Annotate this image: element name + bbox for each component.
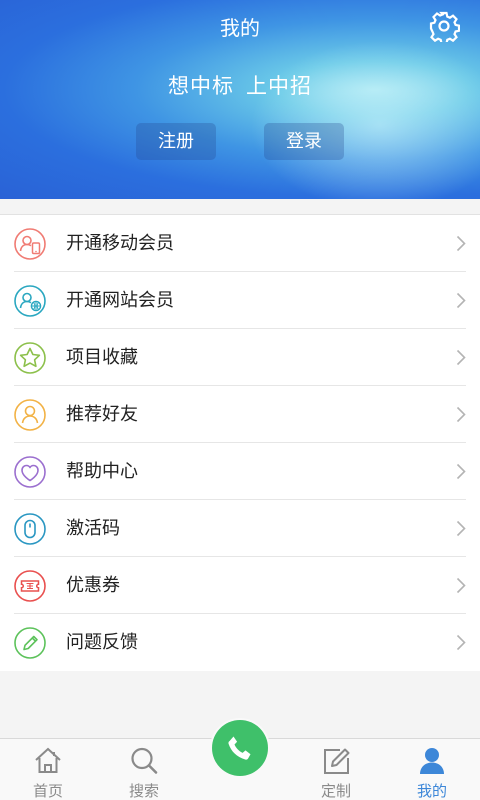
tab-mine[interactable]: 我的 [384, 739, 480, 800]
tab-home[interactable]: 首页 [0, 739, 96, 800]
chevron-right-icon [456, 235, 466, 252]
menu-item-favorites[interactable]: 项目收藏 [0, 329, 480, 386]
chevron-right-icon [456, 349, 466, 366]
menu-item-label: 优惠券 [66, 575, 120, 596]
tab-label: 定制 [320, 782, 351, 800]
menu-item-web-member[interactable]: 开通网站会员 [0, 272, 480, 329]
phone-icon [228, 736, 251, 760]
menu-item-label: 开通移动会员 [66, 233, 174, 254]
gear-icon[interactable] [428, 10, 460, 42]
menu-item-activation-code[interactable]: 激活码 [0, 500, 480, 557]
recommend-friend-icon [14, 399, 46, 431]
web-member-icon [14, 285, 46, 317]
menu-item-label: 项目收藏 [66, 347, 138, 368]
menu-item-help-center[interactable]: 帮助中心 [0, 443, 480, 500]
tab-label: 首页 [32, 782, 63, 800]
star-icon [14, 342, 46, 374]
tab-customize[interactable]: 定制 [288, 739, 384, 800]
chevron-right-icon [456, 292, 466, 309]
slogan-left: 想中标 [168, 74, 234, 98]
menu-item-label: 帮助中心 [66, 461, 138, 482]
chevron-right-icon [456, 463, 466, 480]
edit-icon [324, 748, 350, 774]
login-button[interactable]: 登录 [264, 123, 344, 160]
register-button[interactable]: 注册 [136, 123, 216, 160]
chevron-right-icon [456, 577, 466, 594]
tab-label: 我的 [416, 782, 447, 800]
page-title: 我的 [220, 16, 260, 40]
menu-item-mobile-member[interactable]: 开通移动会员 [0, 215, 480, 272]
menu-item-coupon[interactable]: 优惠券 [0, 557, 480, 614]
tab-search[interactable]: 搜索 [96, 739, 192, 800]
user-icon [420, 748, 444, 774]
menu-item-recommend-friend[interactable]: 推荐好友 [0, 386, 480, 443]
pencil-icon [14, 627, 46, 659]
chevron-right-icon [456, 406, 466, 423]
chevron-right-icon [456, 520, 466, 537]
coupon-icon [14, 570, 46, 602]
slogan: 想中标 上中招 [0, 70, 480, 100]
search-icon [131, 747, 158, 774]
home-icon [35, 747, 61, 773]
menu-list: 开通移动会员 开通网站会员 项目收藏 推荐好友 帮助中心 激活码 优惠券 问题反… [0, 214, 480, 671]
menu-item-feedback[interactable]: 问题反馈 [0, 614, 480, 671]
menu-item-label: 激活码 [66, 518, 120, 539]
tab-label: 搜索 [128, 782, 159, 800]
menu-item-label: 问题反馈 [66, 632, 138, 653]
profile-header: 我的 想中标 上中招 注册 登录 [0, 0, 480, 199]
slogan-right: 上中招 [246, 74, 312, 98]
menu-item-label: 开通网站会员 [66, 290, 174, 311]
menu-item-label: 推荐好友 [66, 404, 138, 425]
mobile-member-icon [14, 228, 46, 260]
chevron-right-icon [456, 634, 466, 651]
call-button[interactable] [212, 720, 268, 776]
header-glow [250, 40, 480, 199]
mouse-icon [14, 513, 46, 545]
heart-icon [14, 456, 46, 488]
